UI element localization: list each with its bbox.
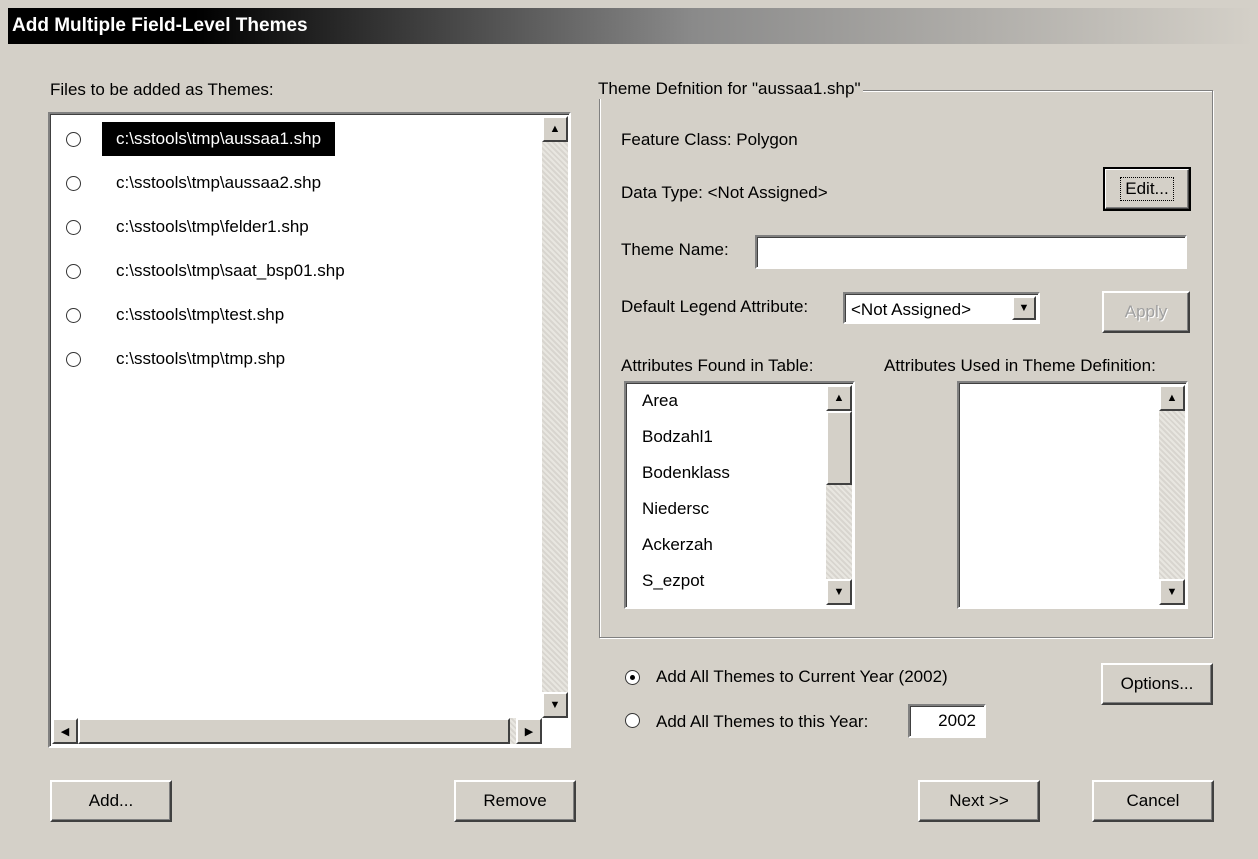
remove-button[interactable]: Remove (454, 780, 576, 822)
cancel-button[interactable]: Cancel (1092, 780, 1214, 822)
attribute-list-item[interactable]: Bodzahl1 (642, 427, 713, 447)
current-year-label: Add All Themes to Current Year (2002) (656, 667, 948, 686)
legend-attribute-value: <Not Assigned> (851, 300, 972, 319)
file-path: c:\sstools\tmp\tmp.shp (116, 349, 286, 368)
add-button[interactable]: Add... (50, 780, 172, 822)
this-year-label: Add All Themes to this Year: (656, 712, 869, 731)
attribute-list-item[interactable]: Niedersc (642, 499, 709, 519)
files-label: Files to be added as Themes: (50, 80, 274, 99)
attributes-used-label: Attributes Used in Theme Definition: (884, 356, 1156, 375)
next-button[interactable]: Next >> (918, 780, 1040, 822)
scroll-down-icon[interactable]: ▼ (1159, 579, 1185, 605)
scroll-right-icon[interactable]: ▶ (516, 718, 542, 744)
attribute-list-item[interactable]: Ackerzah (642, 535, 713, 555)
file-list-item[interactable]: c:\sstools\tmp\felder1.shp (50, 210, 530, 244)
attributes-found-items: Area Bodzahl1 Bodenklass Niedersc Ackerzah S_… (626, 391, 824, 601)
file-list-item[interactable]: c:\sstools\tmp\aussaa2.shp (50, 166, 530, 200)
year-value: 2002 (938, 711, 976, 730)
window-title: Add Multiple Field-Level Themes (12, 15, 308, 36)
file-list-item[interactable]: c:\sstools\tmp\saat_bsp01.shp (50, 254, 530, 288)
attributes-used-list[interactable]: ▲ ▼ (957, 381, 1188, 609)
scroll-up-icon[interactable]: ▲ (1159, 385, 1185, 411)
apply-button-label: Apply (1124, 302, 1168, 321)
scroll-down-icon[interactable]: ▼ (826, 579, 852, 605)
data-type-text: Data Type: <Not Assigned> (621, 183, 828, 202)
file-radio[interactable] (66, 308, 81, 323)
add-button-label: Add... (88, 791, 134, 810)
legend-attribute-select[interactable]: <Not Assigned> ▼ (843, 292, 1040, 324)
dialog-window: Add Multiple Field-Level Themes Files to… (0, 0, 1258, 859)
used-vscrollbar[interactable] (1159, 385, 1185, 605)
file-path: c:\sstools\tmp\aussaa1.shp (102, 122, 336, 156)
feature-class-text: Feature Class: Polygon (621, 130, 798, 149)
file-path: c:\sstools\tmp\felder1.shp (116, 217, 309, 236)
legend-attribute-label: Default Legend Attribute: (621, 297, 809, 316)
attributes-found-list[interactable]: Area Bodzahl1 Bodenklass Niedersc Ackerzah S_… (624, 381, 855, 609)
edit-button[interactable]: Edit... (1103, 167, 1191, 211)
files-list-items: c:\sstools\tmp\aussaa1.shp c:\sstools\tmp… (50, 122, 540, 702)
apply-button[interactable]: Apply (1102, 291, 1190, 333)
attribute-list-item[interactable]: Bodenklass (642, 463, 730, 483)
file-radio[interactable] (66, 264, 81, 279)
file-path: c:\sstools\tmp\saat_bsp01.shp (116, 261, 345, 280)
file-radio[interactable] (66, 352, 81, 367)
files-vscrollbar[interactable] (542, 116, 568, 718)
attributes-found-label: Attributes Found in Table: (621, 356, 814, 375)
attribute-list-item[interactable]: Area (642, 391, 678, 411)
file-radio[interactable] (66, 220, 81, 235)
cancel-button-label: Cancel (1126, 791, 1180, 810)
scroll-down-icon[interactable]: ▼ (542, 692, 568, 718)
attribute-list-item[interactable]: S_ezpot (642, 571, 704, 591)
next-button-label: Next >> (949, 791, 1009, 810)
file-list-item[interactable]: c:\sstools\tmp\aussaa1.shp (50, 122, 530, 156)
scroll-up-icon[interactable]: ▲ (542, 116, 568, 142)
files-list[interactable]: c:\sstools\tmp\aussaa1.shp c:\sstools\tmp… (48, 112, 571, 748)
theme-name-label: Theme Name: (621, 240, 729, 259)
options-button-label: Options... (1120, 674, 1194, 693)
current-year-radio[interactable] (625, 670, 640, 685)
scroll-left-icon[interactable]: ◀ (52, 718, 78, 744)
remove-button-label: Remove (483, 791, 547, 810)
file-path: c:\sstools\tmp\test.shp (116, 305, 285, 324)
theme-name-input[interactable] (755, 235, 1187, 269)
scroll-up-icon[interactable]: ▲ (826, 385, 852, 411)
file-list-item[interactable]: c:\sstools\tmp\test.shp (50, 298, 530, 332)
dropdown-arrow-icon[interactable]: ▼ (1012, 296, 1036, 320)
title-bar: Add Multiple Field-Level Themes (8, 8, 1254, 44)
theme-definition-title: Theme Defnition for "aussaa1.shp" (596, 79, 863, 99)
edit-button-label: Edit... (1120, 177, 1174, 201)
found-vscroll-thumb[interactable] (826, 411, 852, 485)
file-radio[interactable] (66, 176, 81, 191)
file-list-item[interactable]: c:\sstools\tmp\tmp.shp (50, 342, 530, 376)
options-button[interactable]: Options... (1101, 663, 1213, 705)
file-radio[interactable] (66, 132, 81, 147)
file-path: c:\sstools\tmp\aussaa2.shp (116, 173, 322, 192)
this-year-radio[interactable] (625, 713, 640, 728)
year-input[interactable]: 2002 (908, 704, 986, 738)
hscroll-thumb[interactable] (78, 718, 510, 744)
